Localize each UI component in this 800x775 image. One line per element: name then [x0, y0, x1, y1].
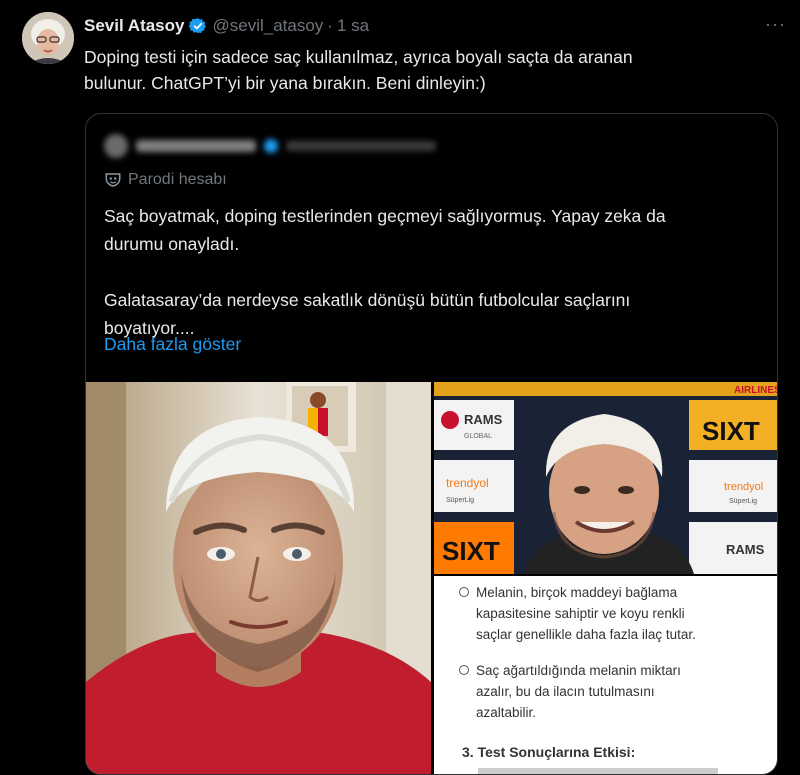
quoted-text-line: durumu onayladı.: [104, 234, 240, 254]
document-line: saçlar genellikle daha fazla ilaç tutar.: [476, 627, 696, 642]
document-cut-line: [478, 768, 718, 774]
quoted-tweet[interactable]: Parodi hesabı Saç boyatmak, doping testl…: [85, 113, 778, 775]
parody-mask-icon: [105, 173, 121, 187]
sponsor-trendyol-1: trendyol: [446, 476, 489, 490]
author-name[interactable]: Sevil Atasoy: [84, 16, 184, 36]
quoted-text-line: Saç boyatmak, doping testlerinden geçmey…: [104, 206, 666, 226]
document-bullet-1: Melanin, birçok maddeyi bağlama kapasite…: [459, 582, 766, 645]
sponsor-trendyol-2: trendyol: [724, 481, 763, 493]
media-image-interview[interactable]: AIRLINES RAMS GLOBAL trendyol SüperLig S…: [434, 382, 777, 574]
document-line: Saç ağartıldığında melanin miktarı: [476, 663, 681, 678]
sponsor-global-1: GLOBAL: [464, 433, 492, 440]
sponsor-airlines: AIRLINES: [734, 385, 777, 396]
quoted-name-blurred: [136, 140, 256, 152]
author-handle[interactable]: @sevil_atasoy: [212, 16, 323, 36]
show-more-link[interactable]: Daha fazla göster: [104, 334, 241, 355]
sponsor-superlig-2: SüperLig: [729, 498, 757, 505]
tweet-text-line: bulunur. ChatGPT’yi bir yana bırakın. Be…: [84, 73, 486, 93]
quoted-text-line: Galatasaray’da nerdeyse sakatlık dönüşü …: [104, 290, 631, 310]
sponsor-superlig-1: SüperLig: [446, 497, 474, 504]
separator-dot: ·: [327, 16, 333, 35]
bullet-icon: [459, 665, 469, 675]
tweet-text-line: Doping testi için sadece saç kullanılmaz…: [84, 47, 633, 67]
verified-badge-icon: [189, 18, 207, 34]
document-line: kapasitesine sahiptir ve koyu renkli: [476, 606, 685, 621]
parody-label: Parodi hesabı: [104, 171, 227, 189]
quoted-text: Saç boyatmak, doping testlerinden geçmey…: [104, 202, 764, 342]
tweet-text: Doping testi için sadece saç kullanılmaz…: [84, 44, 784, 96]
parody-label-text: Parodi hesabı: [128, 171, 227, 188]
sponsor-rams-1: RAMS: [464, 412, 503, 427]
quoted-handle-blurred: [286, 141, 436, 151]
bullet-icon: [459, 587, 469, 597]
media-image-player-selfie[interactable]: [86, 382, 431, 774]
document-line: azaltabilir.: [476, 705, 537, 720]
document-text: Melanin, birçok maddeyi bağlama kapasite…: [434, 576, 777, 774]
avatar[interactable]: [22, 12, 74, 64]
document-line: Melanin, birçok maddeyi bağlama: [476, 585, 678, 600]
quoted-avatar: [104, 134, 128, 158]
document-bullet-2: Saç ağartıldığında melanin miktarı azalı…: [459, 660, 766, 723]
timestamp[interactable]: 1 sa: [337, 16, 369, 36]
document-heading: 3. Test Sonuçlarına Etkisi:: [462, 744, 636, 760]
sponsor-sixt-1: SIXT: [442, 536, 500, 566]
media-image-document[interactable]: Melanin, birçok maddeyi bağlama kapasite…: [434, 576, 777, 774]
sponsor-sixt-2: SIXT: [702, 416, 760, 446]
tweet-header: Sevil Atasoy @sevil_atasoy · 1 sa: [84, 14, 780, 38]
quoted-author-blurred[interactable]: [104, 134, 436, 158]
more-options-icon[interactable]: ···: [765, 14, 786, 35]
document-line: azalır, bu da ilacın tutulmasını: [476, 684, 655, 699]
quoted-verified-icon: [264, 139, 278, 153]
sponsor-rams-2: RAMS: [726, 542, 765, 557]
